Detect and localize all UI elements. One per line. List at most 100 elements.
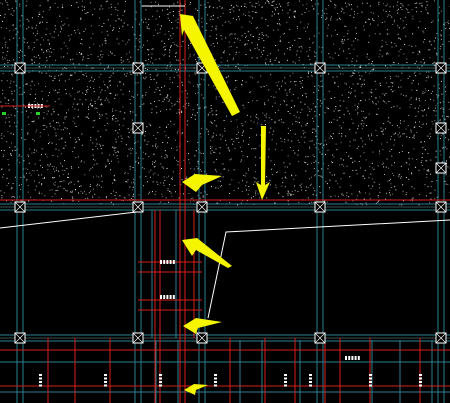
- hatch-dot: [429, 57, 431, 59]
- hatch-dot: [171, 178, 173, 180]
- hatch-dot: [200, 136, 202, 138]
- hatch-dot: [138, 194, 140, 196]
- hatch-dot: [440, 80, 442, 82]
- hatch-dot: [28, 102, 30, 104]
- hatch-dot: [323, 144, 325, 146]
- hatch-dot: [19, 3, 21, 5]
- hatch-dot: [305, 93, 307, 95]
- hatch-dot: [7, 159, 9, 160]
- hatch-dot: [351, 193, 353, 195]
- hatch-dot: [106, 0, 108, 2]
- hatch-dot: [244, 33, 246, 34]
- hatch-dot: [26, 42, 28, 44]
- hatch-dot: [290, 81, 292, 83]
- hatch-dot: [275, 186, 277, 188]
- hatch-dot: [214, 120, 216, 122]
- hatch-dot: [105, 166, 106, 168]
- hatch-dot: [130, 56, 132, 58]
- hatch-dot: [92, 176, 94, 178]
- hatch-dot: [430, 76, 432, 78]
- hatch-dot: [348, 48, 350, 50]
- hatch-dot: [188, 57, 190, 59]
- hatch-dot: [78, 167, 80, 169]
- hatch-dot: [231, 138, 233, 140]
- hatch-dot: [145, 175, 147, 177]
- hatch-dot: [106, 196, 107, 198]
- hatch-dot: [93, 91, 95, 93]
- hatch-dot: [261, 17, 263, 19]
- hatch-dot: [169, 191, 171, 192]
- hatch-dot: [439, 6, 441, 8]
- hatch-dot: [145, 22, 147, 24]
- hatch-dot: [416, 159, 418, 160]
- hatch-dot: [195, 150, 197, 152]
- hatch-dot: [181, 9, 183, 11]
- hatch-dot: [345, 152, 347, 153]
- hatch-dot: [221, 6, 223, 8]
- hatch-dot: [439, 138, 441, 139]
- hatch-dot: [10, 153, 11, 155]
- hatch-dot: [78, 90, 80, 92]
- hatch-dot: [43, 39, 44, 41]
- hatch-dot: [39, 135, 41, 137]
- hatch-dot: [196, 166, 198, 167]
- cad-drawing-viewport[interactable]: [0, 0, 450, 403]
- hatch-dot: [289, 147, 291, 148]
- hatch-dot: [77, 91, 79, 93]
- hatch-dot: [62, 7, 64, 9]
- hatch-dot: [424, 149, 426, 151]
- hatch-dot: [422, 91, 424, 93]
- hatch-dot: [163, 99, 165, 101]
- hatch-dot: [424, 184, 426, 186]
- hatch-dot: [15, 33, 17, 35]
- hatch-dot: [138, 38, 140, 40]
- hatch-dot: [233, 57, 234, 59]
- hatch-dot: [113, 29, 114, 30]
- hatch-dot: [60, 129, 62, 131]
- hatch-dot: [309, 111, 311, 112]
- cad-canvas[interactable]: [0, 0, 450, 403]
- hatch-dot: [117, 132, 119, 134]
- hatch-dot: [253, 196, 254, 197]
- hatch-dot: [10, 155, 12, 156]
- hatch-dot: [377, 196, 379, 198]
- hatch-dot: [42, 167, 43, 168]
- hatch-dot: [305, 190, 307, 192]
- hatch-dot: [190, 198, 192, 200]
- hatch-dot: [165, 109, 167, 110]
- hatch-dot: [39, 11, 41, 13]
- hatch-dot: [342, 9, 344, 11]
- hatch-dot: [124, 11, 126, 13]
- hatch-dot: [11, 187, 13, 188]
- hatch-dot: [415, 99, 417, 101]
- hatch-dot: [115, 120, 117, 122]
- hatch-dot: [355, 27, 357, 29]
- hatch-dot: [190, 2, 191, 3]
- hatch-dot: [268, 148, 270, 150]
- hatch-dot: [356, 113, 358, 115]
- hatch-dot: [112, 119, 114, 121]
- hatch-dot: [371, 89, 373, 91]
- hatch-dot: [429, 138, 431, 139]
- hatch-dot: [351, 44, 353, 46]
- hatch-dot: [114, 180, 116, 182]
- hatch-dot: [139, 34, 141, 36]
- hatch-dot: [98, 96, 100, 98]
- hatch-dot: [401, 150, 403, 152]
- hatch-dot: [335, 143, 337, 145]
- hatch-dot: [418, 194, 420, 195]
- hatch-dot: [372, 102, 374, 104]
- hatch-dot: [171, 37, 173, 39]
- hatch-dot: [266, 113, 268, 115]
- hatch-dot: [270, 4, 272, 6]
- hatch-dot: [219, 134, 221, 136]
- hatch-dot: [149, 176, 151, 178]
- hatch-dot: [9, 125, 11, 127]
- hatch-dot: [188, 103, 190, 104]
- hatch-dot: [60, 56, 62, 58]
- hatch-dot: [164, 180, 166, 181]
- hatch-dot: [163, 97, 165, 99]
- hatch-dot: [334, 82, 336, 84]
- hatch-dot: [353, 16, 355, 18]
- hatch-dot: [267, 99, 269, 101]
